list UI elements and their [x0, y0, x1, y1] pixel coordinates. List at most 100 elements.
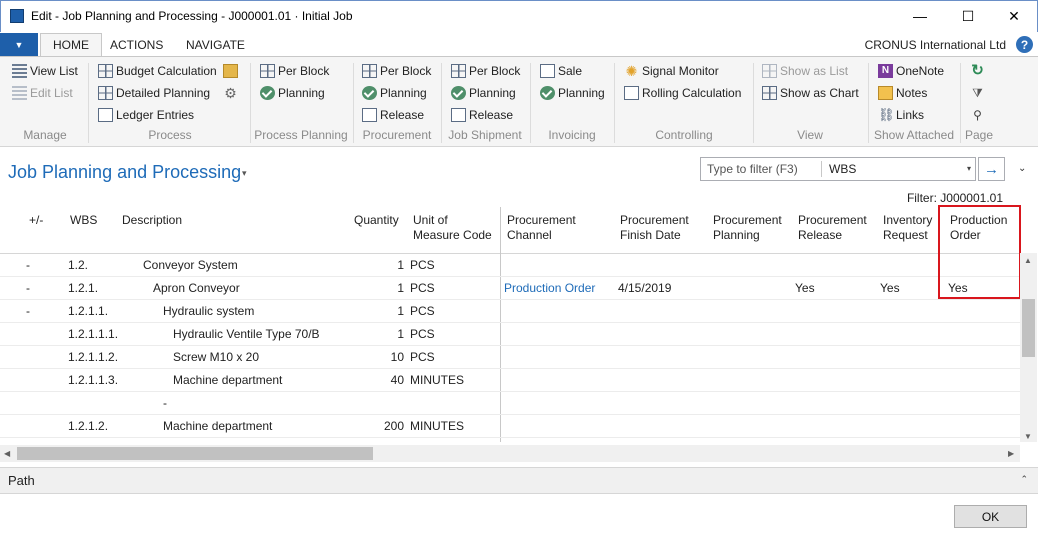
page-title-caret-icon[interactable]: ▾: [242, 168, 247, 179]
row-uom: MINUTES: [410, 373, 464, 387]
col-header-quantity[interactable]: Quantity: [354, 213, 399, 228]
col-header-uom[interactable]: Unit of Measure Code: [413, 213, 492, 243]
chevron-up-icon[interactable]: ⌃: [1020, 474, 1028, 485]
ledger-entries-label: Ledger Entries: [116, 108, 195, 122]
horizontal-scroll-thumb[interactable]: [17, 447, 373, 460]
row-uom: MINUTES: [410, 419, 464, 433]
maximize-button[interactable]: ☐: [945, 1, 991, 31]
row-description: Machine department: [163, 419, 273, 433]
row-wbs: 1.2.1.: [68, 281, 99, 295]
scroll-right-icon[interactable]: ▶: [1008, 449, 1014, 458]
group-label-invoicing: Invoicing: [548, 128, 596, 142]
budget-calculation-icon: [98, 64, 113, 78]
col-header-expand[interactable]: +/-: [29, 213, 43, 228]
filter-input[interactable]: Type to filter (F3): [707, 162, 798, 176]
per-block-icon: [451, 64, 466, 78]
chevron-down-icon[interactable]: ▾: [967, 164, 971, 173]
col-header-description[interactable]: Description: [122, 213, 182, 228]
process-planning-button[interactable]: Planning: [260, 83, 325, 103]
detailed-planning-button[interactable]: Detailed Planning: [98, 83, 210, 103]
shipment-planning-button[interactable]: Planning: [451, 83, 516, 103]
col-header-procurement-channel[interactable]: Procurement Channel: [507, 213, 576, 243]
close-button[interactable]: ✕: [991, 1, 1037, 31]
row-wbs: 1.2.1.2.: [68, 419, 109, 433]
planning-label: Planning: [558, 86, 605, 100]
rolling-calculation-button[interactable]: Rolling Calculation: [624, 83, 741, 103]
scroll-left-icon[interactable]: ◀: [4, 449, 10, 458]
binoculars-icon: ⚲: [973, 108, 982, 122]
ribbon: View List Edit List Manage Budget Calcul…: [0, 56, 1038, 147]
group-label-view: View: [797, 128, 823, 142]
per-block-label: Per Block: [380, 64, 432, 78]
planning-label: Planning: [380, 86, 427, 100]
col-header-procurement-planning[interactable]: Procurement Planning: [713, 213, 782, 243]
shipment-per-block-button[interactable]: Per Block: [451, 61, 520, 81]
links-button[interactable]: ⛓ Links: [878, 105, 924, 125]
row-description: Apron Conveyor: [153, 281, 240, 295]
vertical-scroll-thumb[interactable]: [1022, 299, 1035, 357]
settings-action-button[interactable]: ⚙: [223, 83, 241, 103]
job-planning-grid: [0, 207, 1038, 467]
tab-home[interactable]: HOME: [40, 33, 102, 57]
planning-label: Planning: [469, 86, 516, 100]
row-expand-toggle[interactable]: -: [26, 304, 30, 318]
show-as-list-button[interactable]: Show as List: [762, 61, 848, 81]
procurement-planning-button[interactable]: Planning: [362, 83, 427, 103]
budget-calculation-button[interactable]: Budget Calculation: [98, 61, 217, 81]
view-list-button[interactable]: View List: [12, 61, 78, 81]
production-order-highlight-box: [938, 205, 1021, 299]
sale-button[interactable]: Sale: [540, 61, 582, 81]
row-wbs: 1.2.: [68, 258, 89, 272]
detailed-planning-label: Detailed Planning: [116, 86, 211, 100]
app-menu-button[interactable]: ▼: [0, 33, 38, 56]
notes-icon: [878, 86, 893, 100]
row-uom: PCS: [410, 281, 435, 295]
row-divider: [0, 437, 1020, 438]
show-as-list-label: Show as List: [780, 64, 849, 78]
col-header-procurement-finish-date[interactable]: Procurement Finish Date: [620, 213, 689, 243]
show-as-chart-button[interactable]: Show as Chart: [762, 83, 859, 103]
invoicing-planning-button[interactable]: Planning: [540, 83, 605, 103]
links-label: Links: [896, 108, 925, 122]
row-procurement-finish-date: 4/15/2019: [618, 281, 672, 295]
filter-divider: [821, 161, 822, 177]
ok-button[interactable]: OK: [954, 505, 1027, 528]
filter-field-select[interactable]: WBS: [829, 162, 856, 176]
signal-monitor-button[interactable]: ✺ Signal Monitor: [624, 61, 719, 81]
notes-button[interactable]: Notes: [878, 83, 927, 103]
ledger-entries-button[interactable]: Ledger Entries: [98, 105, 194, 125]
edit-list-button[interactable]: Edit List: [12, 83, 73, 103]
scroll-down-icon[interactable]: ▼: [1024, 432, 1032, 441]
find-button[interactable]: ⚲: [970, 105, 988, 125]
row-description: Machine department: [173, 373, 283, 387]
folder-action-button[interactable]: [223, 61, 241, 81]
edit-list-label: Edit List: [30, 86, 73, 100]
procurement-release-button[interactable]: Release: [362, 105, 424, 125]
col-header-wbs[interactable]: WBS: [70, 213, 97, 228]
filter-box[interactable]: Type to filter (F3) WBS ▾: [700, 157, 976, 181]
row-expand-toggle[interactable]: -: [26, 281, 30, 295]
shipment-release-button[interactable]: Release: [451, 105, 513, 125]
apply-filter-button[interactable]: →: [978, 157, 1005, 181]
tab-actions[interactable]: ACTIONS: [98, 33, 175, 56]
collapse-chevron-icon[interactable]: ⌄: [1018, 163, 1026, 174]
row-description: Conveyor System: [143, 258, 238, 272]
clear-filter-button[interactable]: ⧩: [970, 83, 988, 103]
onenote-button[interactable]: N OneNote: [878, 61, 944, 81]
col-header-inventory-request[interactable]: Inventory Request: [883, 213, 932, 243]
path-factbox[interactable]: [0, 467, 1038, 494]
minimize-button[interactable]: —: [897, 1, 943, 31]
procurement-per-block-button[interactable]: Per Block: [362, 61, 431, 81]
edit-list-icon: [12, 86, 27, 100]
help-icon[interactable]: ?: [1016, 36, 1033, 53]
col-header-procurement-release[interactable]: Procurement Release: [798, 213, 867, 243]
tab-navigate[interactable]: NAVIGATE: [174, 33, 257, 56]
filter-status: Filter: J000001.01: [906, 191, 1003, 205]
refresh-button[interactable]: ↻: [970, 61, 988, 81]
app-icon: [10, 9, 24, 23]
process-per-block-button[interactable]: Per Block: [260, 61, 329, 81]
scroll-up-icon[interactable]: ▲: [1024, 256, 1032, 265]
row-procurement-channel[interactable]: Production Order: [504, 281, 595, 295]
page-title: Job Planning and Processing: [8, 162, 242, 182]
row-expand-toggle[interactable]: -: [26, 258, 30, 272]
